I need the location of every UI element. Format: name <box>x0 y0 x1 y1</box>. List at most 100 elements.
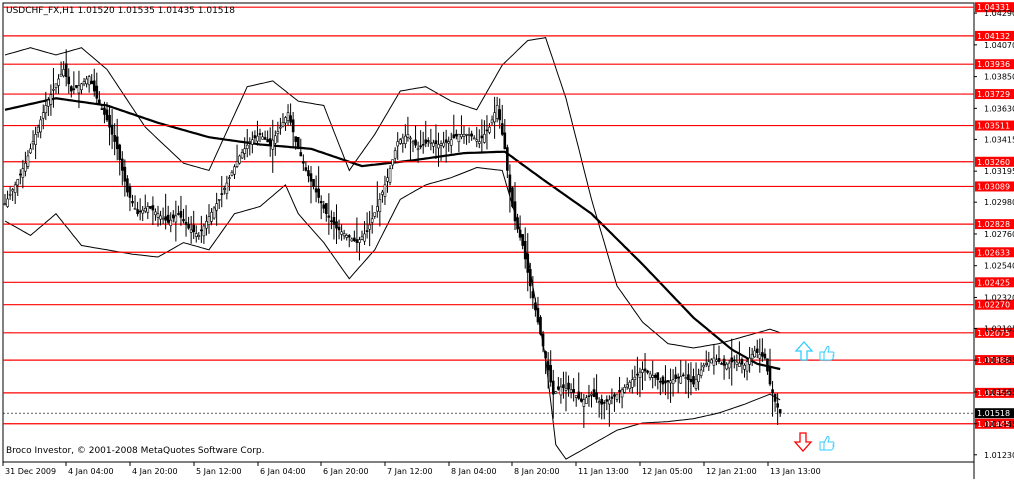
candle-body <box>562 384 565 388</box>
y-tick-label: 1.01665 <box>984 388 1014 397</box>
candle-body <box>141 209 144 214</box>
candle-body <box>113 135 116 142</box>
y-tick-label: 1.02760 <box>984 230 1014 239</box>
candle-body <box>235 161 239 167</box>
price-chart: 1.04331 1.04132 1.03936 1.03729 1.03511 1.032… <box>0 0 1014 479</box>
candle-body <box>123 166 127 182</box>
candle-body <box>750 354 754 359</box>
candle-body <box>161 217 165 220</box>
candle-body <box>669 380 672 384</box>
candle-body <box>47 99 50 107</box>
candle-body <box>620 389 624 398</box>
candle-body <box>121 158 124 171</box>
candle-body <box>11 189 14 192</box>
candle-body <box>661 376 665 385</box>
candle-body <box>745 361 749 372</box>
candle-body <box>636 373 639 376</box>
candle-body <box>347 235 351 238</box>
candle-body <box>95 85 99 99</box>
candle-body <box>452 134 456 139</box>
candle-body <box>727 362 731 369</box>
candle-body <box>676 376 680 379</box>
candle-body <box>317 188 320 198</box>
candle-body <box>710 359 713 364</box>
level-label: 1.04132 <box>977 32 1010 41</box>
candle-body <box>579 398 583 402</box>
candle-body <box>608 399 611 405</box>
candle-body <box>353 237 356 242</box>
candle-body <box>217 199 221 201</box>
candle-body <box>396 141 400 147</box>
candle-body <box>314 188 318 193</box>
candle-body <box>212 207 216 219</box>
candle-body <box>115 136 119 150</box>
candle-body <box>276 131 280 134</box>
candle-body <box>485 129 489 132</box>
candle-body <box>761 352 764 357</box>
candle-body <box>666 380 670 383</box>
candle-body <box>108 115 111 128</box>
y-tick-label: 1.01885 <box>984 356 1014 365</box>
candle-body <box>398 139 402 144</box>
candle-body <box>381 191 384 195</box>
candle-body <box>258 133 262 135</box>
candle-body <box>182 218 185 222</box>
candle-body <box>220 193 224 195</box>
candle-body <box>613 394 616 397</box>
candle-body <box>715 359 718 362</box>
x-tick-label: 12 Jan 05:00 <box>642 467 693 476</box>
candle-body <box>643 368 647 372</box>
candle-body <box>544 351 547 359</box>
candle-body <box>215 203 218 211</box>
candle-body <box>82 81 86 85</box>
thumbs-up-icon <box>819 345 835 361</box>
candle-body <box>597 401 601 404</box>
candle-body <box>138 210 142 213</box>
candle-body <box>154 211 157 215</box>
copyright-text: Broco Investor, © 2001-2008 MetaQuotes S… <box>6 446 265 456</box>
candle-body <box>590 393 593 396</box>
x-tick-label: 13 Jan 13:00 <box>770 467 821 476</box>
candle-body <box>416 148 420 151</box>
candle-body <box>717 357 721 362</box>
candle-body <box>771 389 774 394</box>
level-label: 1.02633 <box>977 248 1010 257</box>
x-tick-label: 31 Dec 2009 <box>5 467 56 476</box>
candle-body <box>605 399 609 402</box>
candle-body <box>467 134 471 136</box>
candle-body <box>732 359 736 362</box>
candle-body <box>503 132 507 150</box>
candle-body <box>595 392 598 400</box>
candle-body <box>421 144 425 146</box>
candle-body <box>674 374 677 379</box>
candle-body <box>189 229 193 233</box>
candle-body <box>284 117 287 124</box>
candle-body <box>460 134 463 138</box>
candle-body <box>592 389 596 397</box>
candle-body <box>523 240 527 260</box>
candle-body <box>753 350 757 358</box>
candle-body <box>521 234 524 246</box>
candle-body <box>646 370 649 373</box>
candle-body <box>156 213 160 218</box>
candle-body <box>648 373 652 378</box>
candle-body <box>36 126 40 133</box>
candle-body <box>763 353 767 359</box>
candle-body <box>549 365 553 383</box>
candle-body <box>615 393 619 400</box>
candle-body <box>164 216 167 221</box>
candle-body <box>273 135 277 144</box>
candle-body <box>768 367 772 385</box>
candle-body <box>664 380 667 384</box>
candle-body <box>307 170 310 177</box>
candle-body <box>694 379 698 389</box>
y-tick-label: 1.03850 <box>984 73 1014 82</box>
candle-body <box>457 134 461 143</box>
x-tick-label: 11 Jan 13:00 <box>578 467 629 476</box>
candle-body <box>516 217 519 230</box>
candle-body <box>587 395 591 398</box>
candle-body <box>118 144 122 160</box>
candle-body <box>179 211 183 218</box>
candle-body <box>743 364 746 370</box>
candle-body <box>319 200 323 204</box>
